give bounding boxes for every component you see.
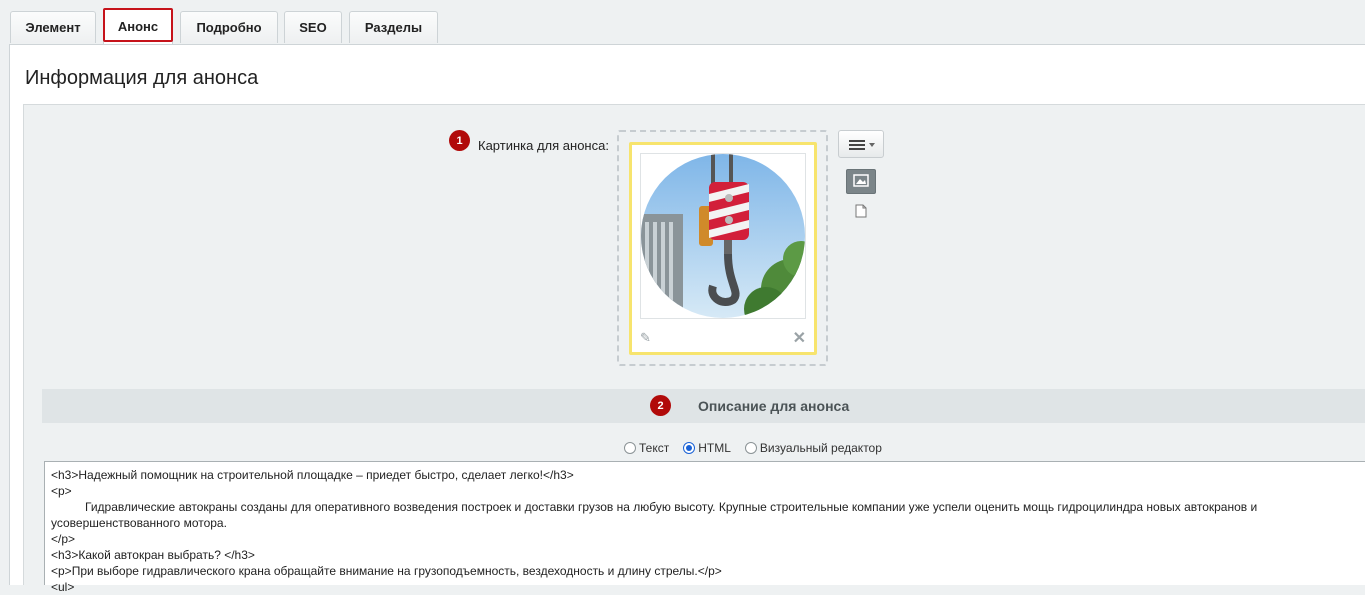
tab-panel: Информация для анонса 1 Картинка для ано…	[9, 44, 1365, 594]
tab-details[interactable]: Подробно	[180, 11, 278, 43]
code-line: усовершенствованного мотора.	[51, 516, 227, 530]
image-mode-button[interactable]	[846, 169, 876, 194]
radio-circle	[744, 442, 757, 454]
radio-circle-selected	[683, 442, 696, 454]
radio-circle	[624, 442, 636, 454]
mode-label: Визуальный редактор	[759, 441, 882, 455]
tab-label: Анонс	[117, 19, 159, 34]
mode-label: Текст	[639, 441, 670, 455]
description-mode-switch: Текст HTML Визуальный редактор	[624, 441, 896, 455]
tab-sections[interactable]: Разделы	[349, 11, 438, 43]
description-header: 2 Описание для анонса	[42, 389, 1365, 423]
preview-picture-label: Картинка для анонса:	[478, 138, 609, 153]
close-icon[interactable]: ✕	[793, 328, 806, 348]
code-line: <p>При выборе гидравлического крана обра…	[51, 564, 722, 578]
tab-label: Элемент	[25, 20, 81, 35]
image-icon	[853, 174, 869, 187]
page-title: Информация для анонса	[25, 67, 259, 89]
description-title: Описание для анонса	[698, 398, 850, 414]
tab-label: Разделы	[364, 20, 423, 35]
code-line: <h3>Какой автокран выбрать? </h3>	[51, 548, 255, 562]
file-icon[interactable]	[855, 204, 867, 223]
description-html-editor[interactable]: <h3>Надежный помощник на строительной пл…	[44, 461, 1365, 594]
step-badge-2: 2	[650, 395, 671, 416]
image-menu-button[interactable]	[838, 130, 884, 158]
mode-visual-radio[interactable]: Визуальный редактор	[744, 441, 882, 455]
tab-label: SEO	[299, 20, 327, 35]
code-line: </p>	[51, 532, 76, 546]
code-line: <ul>	[51, 580, 75, 594]
tab-label: Подробно	[196, 20, 262, 35]
crane-hook-image[interactable]	[640, 153, 806, 319]
tab-element[interactable]: Элемент	[10, 11, 96, 43]
step-badge-1: 1	[449, 130, 470, 151]
code-line: <h3>Надежный помощник на строительной пл…	[51, 468, 574, 482]
image-card: ✎ ✕	[629, 142, 817, 355]
code-line: <p>	[51, 484, 72, 498]
tab-seo[interactable]: SEO	[284, 11, 342, 43]
pencil-icon[interactable]: ✎	[640, 330, 651, 346]
mode-label: HTML	[698, 441, 731, 455]
mode-text-radio[interactable]: Текст	[624, 441, 669, 455]
form-area: 1 Картинка для анонса: ✎ ✕ 2 Описание дл…	[23, 104, 1365, 594]
mode-html-radio[interactable]: HTML	[683, 441, 731, 455]
code-line: Гидравлические автокраны созданы для опе…	[85, 500, 1258, 514]
hamburger-icon	[849, 140, 875, 150]
tab-announce[interactable]: Анонс	[103, 8, 173, 44]
